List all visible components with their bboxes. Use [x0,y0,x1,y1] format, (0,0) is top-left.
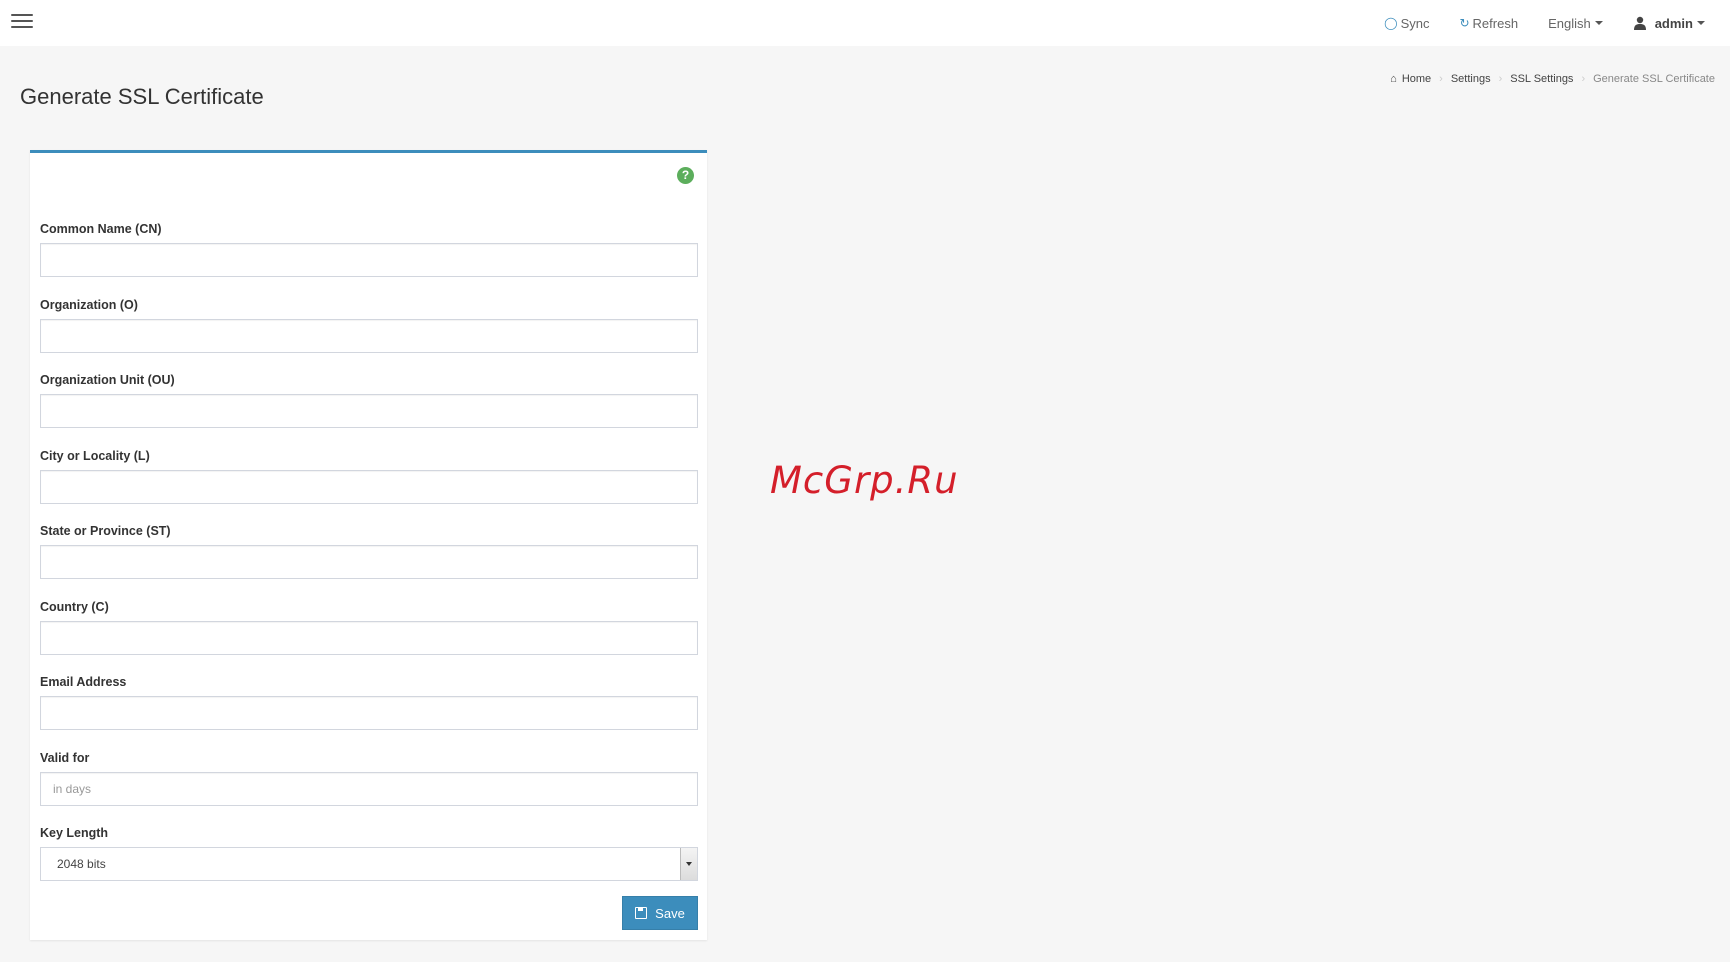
country-input[interactable] [40,620,698,655]
breadcrumb-separator: › [1439,73,1443,85]
page-title: Generate SSL Certificate [20,84,264,109]
sync-button[interactable]: ◯ Sync [1369,0,1444,46]
top-nav-menu: ◯ Sync ↻ Refresh English admin [1369,0,1730,46]
breadcrumb-separator: › [1498,73,1503,85]
help-icon[interactable]: ? [677,167,694,184]
home-icon: ⌂ [1390,73,1397,85]
breadcrumb-home[interactable]: ⌂ Home [1390,73,1431,85]
breadcrumb-settings[interactable]: Settings [1451,73,1491,85]
country-label: Country (C) [40,599,109,614]
email-address-input[interactable] [40,696,698,730]
organization-unit-group: Organization Unit (OU) [40,372,698,448]
key-length-label: Key Length [40,826,109,840]
ssl-form-box: ? Common Name (CN) Organization (O) Orga… [30,150,707,940]
caret-down-icon [1594,21,1603,25]
ssl-certificate-form: Common Name (CN) Organization (O) Organi… [40,221,698,901]
language-dropdown[interactable]: English [1533,0,1618,46]
state-province-group: State or Province (ST) [40,523,698,599]
organization-unit-label: Organization Unit (OU) [40,373,175,387]
breadcrumb-ssl-settings[interactable]: SSL Settings [1510,73,1573,85]
valid-for-group: Valid for [40,750,698,826]
city-locality-input[interactable] [40,469,698,504]
sync-label: Sync [1400,15,1430,31]
email-address-label: Email Address [40,675,127,689]
key-length-select[interactable]: 2048 bits [40,847,698,881]
state-province-label: State or Province (ST) [40,524,171,538]
save-button[interactable]: Save [622,896,698,930]
refresh-icon: ↻ [1459,16,1470,30]
key-length-group: Key Length 2048 bits [40,825,698,901]
key-length-selected[interactable]: 2048 bits [40,847,698,881]
user-menu[interactable]: admin [1618,0,1730,46]
common-name-group: Common Name (CN) [40,221,698,297]
valid-for-input[interactable] [40,771,698,806]
organization-input[interactable] [40,318,698,353]
hamburger-menu-icon[interactable] [11,14,33,31]
city-locality-label: City or Locality (L) [40,448,150,463]
floppy-disk-icon [635,907,648,919]
top-navbar: ◯ Sync ↻ Refresh English admin [0,0,1730,46]
caret-down-icon [1697,21,1705,25]
email-address-group: Email Address [40,674,698,750]
refresh-button[interactable]: ↻ Refresh [1444,0,1533,46]
organization-label: Organization (O) [40,297,138,312]
state-province-input[interactable] [40,545,698,579]
organization-group: Organization (O) [40,297,698,373]
country-group: Country (C) [40,599,698,675]
sync-icon: ◯ [1384,16,1398,30]
watermark-text: McGrp.Ru [770,459,959,502]
breadcrumb: ⌂ Home › Settings › SSL Settings › Genera… [1390,73,1715,85]
city-locality-group: City or Locality (L) [40,448,698,524]
save-label: Save [655,905,685,921]
breadcrumb-current: Generate SSL Certificate [1593,73,1715,85]
valid-for-label: Valid for [40,750,90,765]
organization-unit-input[interactable] [40,394,698,428]
breadcrumb-home-label: Home [1401,73,1432,85]
language-label: English [1548,15,1591,31]
breadcrumb-separator: › [1581,73,1586,85]
common-name-label: Common Name (CN) [40,222,162,236]
user-icon [1633,16,1646,30]
user-label: admin [1654,15,1693,31]
common-name-input[interactable] [40,243,698,277]
dropdown-arrow-icon[interactable] [680,848,697,880]
refresh-label: Refresh [1472,15,1519,31]
